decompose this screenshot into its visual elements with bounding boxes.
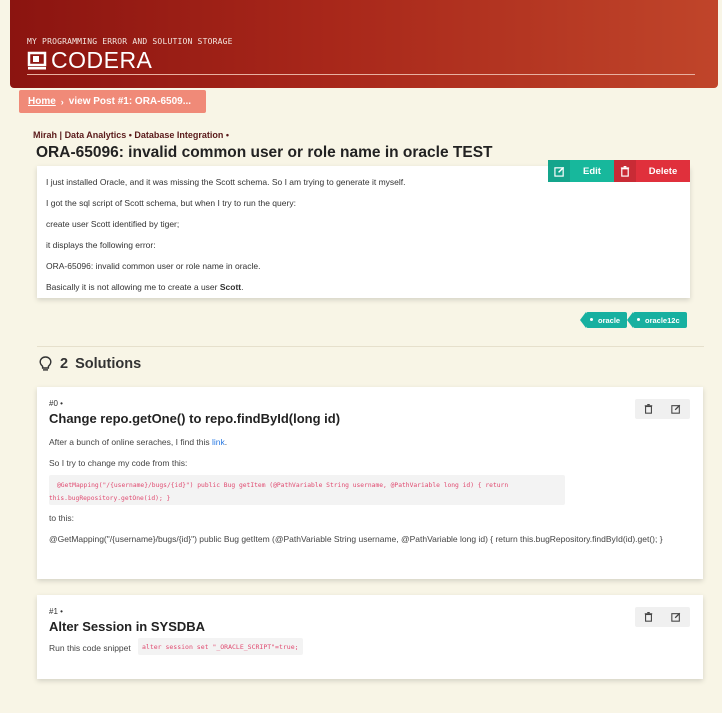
edit-post-button[interactable]: Edit: [548, 160, 614, 182]
delete-solution-button[interactable]: [635, 404, 663, 414]
solution-text: Run this code snippet: [49, 643, 131, 653]
post-paragraph: ORA-65096: invalid common user or role n…: [46, 261, 261, 271]
trash-icon: [645, 404, 653, 414]
delete-solution-button[interactable]: [635, 612, 663, 622]
solution-text: After a bunch of online seraches, I find…: [49, 437, 227, 447]
trash-icon: [614, 160, 636, 182]
solution-actions: [635, 607, 690, 627]
solution-title: Change repo.getOne() to repo.findById(lo…: [49, 411, 341, 426]
tag-oracle[interactable]: oracle: [579, 312, 628, 328]
edit-solution-button[interactable]: [663, 404, 691, 414]
solution-intro: After a bunch of online seraches, I find…: [49, 437, 210, 447]
post-paragraph: I just installed Oracle, and it was miss…: [46, 177, 406, 187]
solution-card: #1 • Alter Session in SYSDBA Run this co…: [37, 595, 703, 679]
header-divider: [27, 74, 695, 75]
lightbulb-icon: [39, 356, 52, 371]
post-paragraph: create user Scott identified by tiger;: [46, 219, 180, 229]
pencil-square-icon: [671, 612, 681, 622]
post-card: I just installed Oracle, and it was miss…: [37, 166, 690, 298]
post-categories[interactable]: Data Analytics • Database Integration •: [65, 130, 230, 140]
site-brand[interactable]: CODERA: [27, 47, 152, 74]
screen-icon: [27, 51, 47, 69]
section-divider: [37, 346, 704, 347]
breadcrumb-home-link[interactable]: Home: [28, 96, 56, 107]
post-body: I just installed Oracle, and it was miss…: [46, 176, 406, 302]
solutions-title: Solutions: [75, 356, 142, 372]
post-paragraph: it displays the following error:: [46, 240, 156, 250]
solution-index: #0 •: [49, 399, 63, 408]
post-paragraph-end: .: [241, 282, 244, 292]
solution-intro-end: .: [224, 437, 228, 447]
solution-text: @GetMapping("/{username}/bugs/{id}") pub…: [49, 534, 663, 544]
code-block: @GetMapping("/{username}/bugs/{id}") pub…: [49, 475, 565, 505]
inline-code: alter session set "_ORACLE_SCRIPT"=true;: [138, 638, 303, 655]
post-paragraph: I got the sql script of Scott schema, bu…: [46, 198, 296, 208]
code-line: @GetMapping("/{username}/bugs/{id}") pub…: [57, 482, 509, 489]
edit-solution-button[interactable]: [663, 612, 691, 622]
post-meta: Mirah | Data Analytics • Database Integr…: [33, 130, 229, 140]
site-header: MY PROGRAMMING ERROR AND SOLUTION STORAG…: [10, 0, 718, 88]
post-paragraph: Basically it is not allowing me to creat…: [46, 281, 406, 302]
breadcrumb-chevron-icon: ›: [60, 96, 64, 107]
solution-text: to this:: [49, 513, 75, 523]
delete-post-button[interactable]: Delete: [614, 160, 690, 182]
delete-label: Delete: [648, 165, 678, 177]
post-author[interactable]: Mirah: [33, 130, 57, 140]
site-tagline: MY PROGRAMMING ERROR AND SOLUTION STORAG…: [27, 37, 233, 46]
solutions-heading: 2 Solutions: [39, 356, 141, 372]
post-bold-text: Scott: [219, 282, 242, 292]
solution-title: Alter Session in SYSDBA: [49, 619, 206, 634]
pencil-square-icon: [548, 160, 570, 182]
code-line: this.bugRepository.getOne(id); }: [49, 495, 171, 502]
breadcrumb-current: view Post #1: ORA-6509...: [68, 96, 192, 107]
pencil-square-icon: [671, 404, 681, 414]
solution-text: So I try to change my code from this:: [49, 458, 188, 468]
edit-label: Edit: [583, 165, 601, 177]
post-title: ORA-65096: invalid common user or role n…: [36, 144, 493, 161]
solution-index: #1 •: [49, 607, 63, 616]
solution-actions: [635, 399, 690, 419]
breadcrumb: Home › view Post #1: ORA-6509...: [19, 90, 206, 113]
post-paragraph-text: Basically it is not allowing me to creat…: [46, 282, 218, 292]
solutions-count: 2: [60, 356, 69, 372]
solution-card: #0 • Change repo.getOne() to repo.findBy…: [37, 387, 703, 579]
tag-oracle12c[interactable]: oracle12c: [627, 312, 687, 328]
trash-icon: [645, 612, 653, 622]
solution-link[interactable]: link: [212, 437, 225, 447]
brand-name: CODERA: [51, 47, 153, 73]
